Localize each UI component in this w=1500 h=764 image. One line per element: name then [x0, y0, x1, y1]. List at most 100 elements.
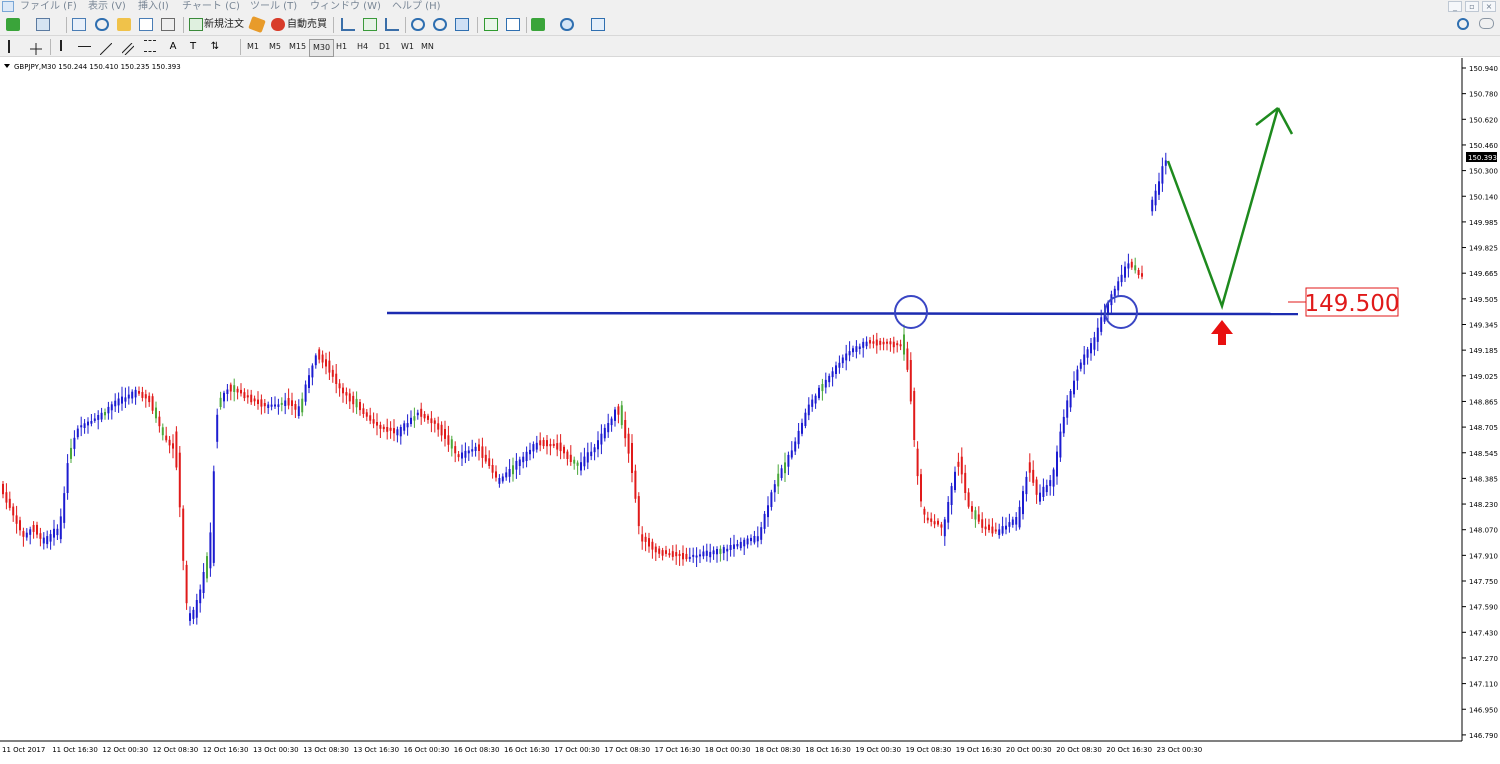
timeframe-h1[interactable]: H1 [333, 39, 350, 55]
templates-icon[interactable] [591, 18, 605, 31]
bar-chart-icon[interactable] [341, 18, 355, 31]
data-window-icon[interactable] [95, 18, 109, 31]
candle-body [39, 533, 42, 539]
chart-window[interactable]: GBPJPY,M30 150.244 150.410 150.235 150.3… [0, 58, 1500, 760]
price-tick-label: 149.345 [1469, 322, 1498, 330]
candle-body [1025, 476, 1028, 495]
candle-body [583, 456, 586, 467]
minimize-icon[interactable]: _ [1448, 1, 1462, 12]
menu-insert[interactable]: 挿入(I) [138, 0, 169, 13]
candle-body [648, 538, 650, 547]
candlestick-icon[interactable] [363, 18, 377, 31]
candle-body [1066, 400, 1069, 418]
candle-body [644, 536, 647, 542]
candle-body [590, 451, 593, 457]
meta-editor-icon[interactable] [248, 15, 266, 34]
candle-body [1079, 362, 1082, 369]
strategy-tester-icon[interactable] [161, 18, 175, 31]
auto-trade-icon [271, 18, 285, 31]
channel-icon[interactable] [121, 40, 135, 56]
zoom-in-icon[interactable] [411, 18, 425, 31]
menu-chart[interactable]: チャート (C) [182, 0, 240, 13]
timeframe-h4[interactable]: H4 [354, 39, 371, 55]
candle-body [1073, 380, 1075, 395]
candle-body [971, 506, 973, 512]
navigator-icon[interactable] [117, 18, 131, 31]
text-label-icon[interactable]: T [186, 40, 200, 53]
candle-body [267, 404, 270, 408]
timeframe-m15[interactable]: M15 [286, 39, 309, 55]
search-icon[interactable] [1457, 18, 1469, 30]
candle-body [746, 538, 749, 545]
timeframe-w1[interactable]: W1 [398, 39, 417, 55]
menu-help[interactable]: ヘルプ (H) [392, 0, 441, 13]
timeframe-m30[interactable]: M30 [309, 39, 335, 57]
horizontal-level-line[interactable] [386, 311, 1299, 316]
candle-body [182, 508, 185, 561]
timeframe-d1[interactable]: D1 [376, 39, 393, 55]
trendline-icon[interactable] [99, 40, 113, 56]
chart-shift-icon[interactable] [484, 18, 498, 31]
menu-view[interactable]: 表示 (V) [88, 0, 126, 13]
chat-icon[interactable] [1479, 18, 1494, 29]
candle-body [223, 392, 225, 402]
new-order-button[interactable]: 新規注文 [204, 16, 244, 34]
crosshair-icon[interactable] [30, 40, 42, 55]
candle-body [603, 427, 606, 439]
timeframe-m1[interactable]: M1 [244, 39, 262, 55]
auto-trade-button[interactable]: 自動売買 [287, 16, 327, 34]
candle-body [974, 510, 977, 520]
candle-body [1056, 451, 1058, 477]
line-studies-toolbar: A T ⇅ M1 M5 M15 M30 H1 H4 D1 W1 MN [0, 36, 1500, 57]
timeframe-m5[interactable]: M5 [266, 39, 284, 55]
profiles-icon[interactable] [36, 18, 50, 31]
candle-body [80, 425, 83, 428]
candle-body [90, 421, 93, 424]
arrows-icon[interactable]: ⇅ [208, 40, 222, 53]
candle-body [297, 406, 300, 416]
candle-body [940, 524, 943, 528]
candle-body [855, 346, 858, 352]
candle-body [226, 389, 229, 394]
candle-body [423, 414, 426, 419]
tile-windows-icon[interactable] [455, 18, 469, 31]
candle-body [175, 431, 178, 468]
candle-body [539, 440, 542, 446]
candle-body [461, 452, 463, 459]
price-tick-label: 149.665 [1469, 270, 1498, 278]
restore-icon[interactable]: ▫ [1465, 1, 1479, 12]
candle-body [756, 536, 759, 542]
timeframe-mn[interactable]: MN [418, 39, 437, 55]
candle-body [559, 442, 562, 452]
price-chart[interactable]: GBPJPY,M30 150.244 150.410 150.235 150.3… [0, 58, 1500, 760]
autoscroll-icon[interactable] [506, 18, 520, 31]
menu-file[interactable]: ファイル (F) [20, 0, 77, 13]
menu-window[interactable]: ウィンドウ (W) [310, 0, 381, 13]
candle-body [376, 422, 378, 426]
candle-body [76, 428, 79, 438]
candle-body [274, 404, 276, 407]
candle-body [858, 346, 861, 349]
vertical-line-icon[interactable] [60, 40, 62, 51]
fibonacci-icon[interactable] [144, 40, 156, 52]
horizontal-line-icon[interactable] [78, 46, 91, 47]
terminal-icon[interactable] [139, 18, 153, 31]
line-chart-icon[interactable] [385, 18, 399, 31]
cursor-icon[interactable] [8, 40, 16, 53]
candle-body [525, 451, 528, 461]
candle-body [607, 423, 610, 433]
candle-body [549, 444, 552, 447]
new-chart-icon[interactable] [6, 18, 20, 31]
text-icon[interactable]: A [166, 40, 180, 53]
zoom-out-icon[interactable] [433, 18, 447, 31]
close-icon[interactable]: × [1482, 1, 1496, 12]
time-tick-label: 23 Oct 00:30 [1157, 746, 1203, 754]
indicators-icon[interactable] [531, 18, 545, 31]
periods-icon[interactable] [560, 18, 574, 31]
menu-tools[interactable]: ツール (T) [250, 0, 297, 13]
chart-menu-triangle-icon[interactable] [4, 64, 10, 68]
candle-body [1117, 281, 1120, 291]
candle-body [512, 465, 514, 475]
market-watch-icon[interactable] [72, 18, 86, 31]
candle-body [1059, 431, 1062, 458]
